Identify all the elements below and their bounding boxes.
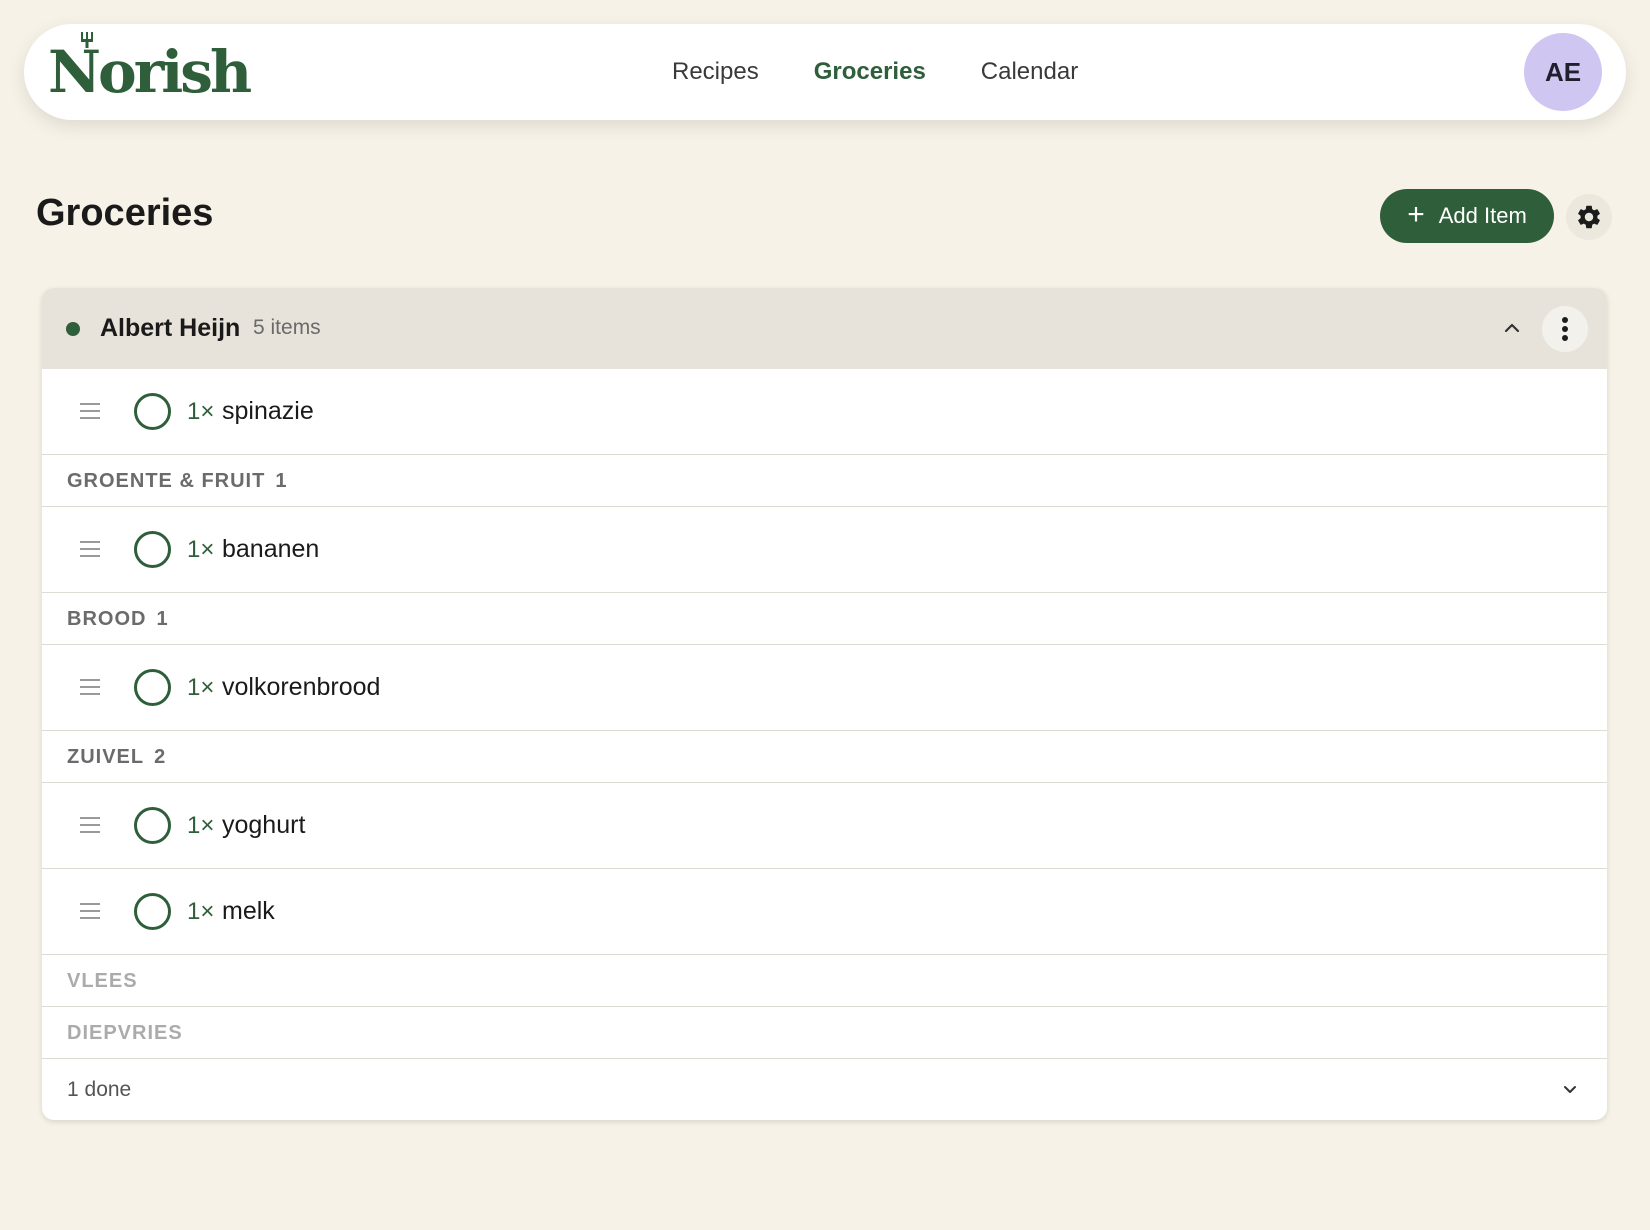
item-checkbox[interactable] xyxy=(134,393,171,430)
app-logo[interactable]: Norish xyxy=(48,32,252,102)
item-checkbox[interactable] xyxy=(134,893,171,930)
drag-handle-icon[interactable] xyxy=(80,678,100,696)
fork-icon xyxy=(81,32,93,48)
nav-links: Recipes Groceries Calendar xyxy=(672,24,1133,120)
category-label: BROOD 1 xyxy=(67,608,169,630)
drag-handle-icon[interactable] xyxy=(80,816,100,834)
done-count-label: 1 done xyxy=(67,1078,132,1101)
add-item-label: Add Item xyxy=(1438,203,1527,228)
item-name[interactable]: spinazie xyxy=(222,397,314,426)
store-menu-button[interactable] xyxy=(1542,306,1588,352)
gear-icon xyxy=(1578,205,1600,229)
list-item: 1× yoghurt xyxy=(42,783,1607,869)
app-logo-text: Norish xyxy=(48,38,252,106)
category-header-brood: BROOD 1 xyxy=(42,593,1607,645)
drag-handle-icon[interactable] xyxy=(80,902,100,920)
nav-link-groceries[interactable]: Groceries xyxy=(814,58,926,86)
item-quantity: 1× xyxy=(187,536,215,563)
category-label: DIEPVRIES xyxy=(67,1022,183,1044)
avatar-initials: AE xyxy=(1544,56,1582,87)
nav-link-recipes[interactable]: Recipes xyxy=(672,58,759,86)
settings-button[interactable] xyxy=(1566,194,1612,240)
store-item-count: 5 items xyxy=(253,316,321,339)
store-name: Albert Heijn xyxy=(100,314,241,342)
store-card: Albert Heijn 5 items 1× spinazie GROENTE… xyxy=(42,288,1607,1120)
category-label: VLEES xyxy=(67,970,138,992)
list-item: 1× melk xyxy=(42,869,1607,955)
drag-handle-icon[interactable] xyxy=(80,540,100,558)
done-items-toggle[interactable]: 1 done xyxy=(42,1059,1607,1120)
nav-link-calendar[interactable]: Calendar xyxy=(981,58,1078,86)
category-header-groente-fruit: GROENTE & FRUIT 1 xyxy=(42,455,1607,507)
item-quantity: 1× xyxy=(187,674,215,701)
store-color-dot xyxy=(66,322,80,336)
user-avatar[interactable]: AE xyxy=(1524,33,1602,111)
category-header-diepvries: DIEPVRIES xyxy=(42,1007,1607,1059)
item-checkbox[interactable] xyxy=(134,807,171,844)
item-checkbox[interactable] xyxy=(134,531,171,568)
top-navbar: Norish Recipes Groceries Calendar AE xyxy=(24,24,1626,120)
collapse-button[interactable] xyxy=(1494,310,1530,346)
category-label: GROENTE & FRUIT 1 xyxy=(67,470,288,492)
item-quantity: 1× xyxy=(187,398,215,425)
list-item: 1× volkorenbrood xyxy=(42,645,1607,731)
add-item-button[interactable]: + Add Item xyxy=(1380,189,1554,243)
item-name[interactable]: melk xyxy=(222,897,275,926)
item-quantity: 1× xyxy=(187,898,215,925)
list-item: 1× spinazie xyxy=(42,369,1607,455)
page-title: Groceries xyxy=(36,192,214,234)
category-label: ZUIVEL 2 xyxy=(67,746,167,768)
chevron-down-icon xyxy=(1564,1086,1576,1093)
item-checkbox[interactable] xyxy=(134,669,171,706)
list-item: 1× bananen xyxy=(42,507,1607,593)
category-header-vlees: VLEES xyxy=(42,955,1607,1007)
plus-icon: + xyxy=(1407,197,1425,231)
drag-handle-icon[interactable] xyxy=(80,402,100,420)
category-header-zuivel: ZUIVEL 2 xyxy=(42,731,1607,783)
item-name[interactable]: yoghurt xyxy=(222,811,305,840)
item-name[interactable]: volkorenbrood xyxy=(222,673,380,702)
chevron-up-icon xyxy=(1504,323,1520,333)
store-header[interactable]: Albert Heijn 5 items xyxy=(42,288,1607,369)
item-name[interactable]: bananen xyxy=(222,535,319,564)
more-vertical-icon xyxy=(1562,317,1568,341)
item-quantity: 1× xyxy=(187,812,215,839)
